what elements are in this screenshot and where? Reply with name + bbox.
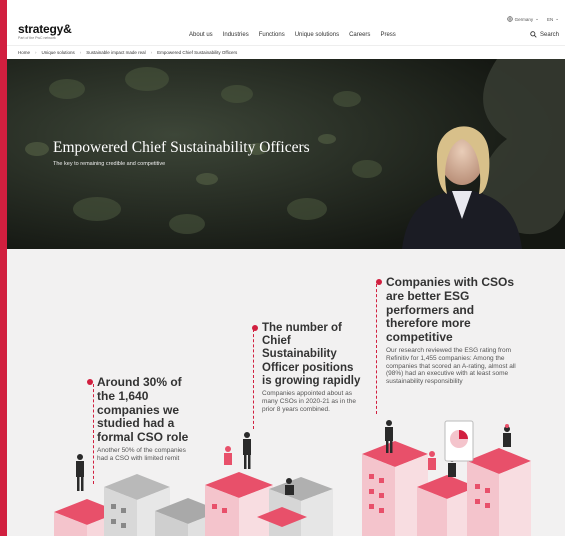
nav-functions[interactable]: Functions (259, 32, 285, 38)
breadcrumb-sustainable-impact[interactable]: Sustainable impact made real (86, 50, 145, 55)
breadcrumb-separator: › (79, 50, 82, 55)
stat-block-esg-performance: Companies with CSOs are better ESG perfo… (376, 275, 516, 386)
language-selector[interactable]: EN ⌄ (547, 16, 559, 22)
country-selector[interactable]: Germany ⌄ (506, 16, 539, 22)
search-button[interactable]: Search (530, 31, 559, 38)
chevron-down-icon: ⌄ (535, 16, 539, 21)
stat-body: Companies appointed about as many CSOs i… (262, 390, 356, 413)
nav-careers[interactable]: Careers (349, 32, 370, 38)
page-subtitle: The key to remaining credible and compet… (53, 161, 166, 167)
search-icon (530, 31, 537, 38)
bullet-dot (252, 325, 258, 331)
nav-industries[interactable]: Industries (223, 32, 249, 38)
stat-body: Our research reviewed the ESG rating fro… (386, 346, 516, 386)
chevron-down-icon: ⌄ (555, 16, 559, 21)
stat-block-cso-share: Around 30% of the 1,640 companies we stu… (87, 375, 197, 463)
nav-unique-solutions[interactable]: Unique solutions (295, 32, 339, 38)
stat-heading: The number of Chief Sustainability Offic… (262, 322, 361, 387)
stat-heading: Companies with CSOs are better ESG perfo… (386, 275, 515, 345)
search-label: Search (539, 31, 559, 38)
main-nav: About us Industries Functions Unique sol… (189, 32, 396, 38)
bullet-dot (376, 279, 382, 285)
locale-controls: Germany ⌄ EN ⌄ (506, 16, 559, 22)
country-label: Germany (514, 16, 534, 22)
site-header: strategy& Part of the PwC network About … (7, 0, 565, 45)
stat-connector-line (253, 329, 254, 429)
language-label: EN (546, 16, 554, 22)
logo-tagline: Part of the PwC network (18, 36, 56, 40)
nav-press[interactable]: Press (380, 32, 395, 38)
breadcrumb-current: Empowered Chief Sustainability Officers (157, 50, 238, 55)
breadcrumb: Home › Unique solutions › Sustainable im… (7, 45, 565, 59)
breadcrumb-separator: › (35, 50, 37, 55)
breadcrumb-home[interactable]: Home (18, 50, 30, 55)
nav-about-us[interactable]: About us (189, 32, 213, 38)
hero-banner: Empowered Chief Sustainability Officers … (7, 59, 565, 249)
globe-icon (506, 16, 513, 22)
breadcrumb-unique-solutions[interactable]: Unique solutions (42, 50, 75, 55)
page-title: Empowered Chief Sustainability Officers (53, 139, 310, 156)
stat-body: Another 50% of the companies had a CSO w… (97, 446, 186, 462)
stat-connector-line (376, 284, 377, 414)
brand-accent-bar (0, 0, 7, 536)
breadcrumb-separator: › (150, 50, 153, 55)
stat-heading: Around 30% of the 1,640 companies we stu… (97, 375, 189, 445)
stat-block-cso-growth: The number of Chief Sustainability Offic… (252, 322, 362, 413)
stat-connector-line (93, 384, 94, 484)
bullet-dot (87, 379, 93, 385)
logo[interactable]: strategy& (18, 22, 72, 36)
